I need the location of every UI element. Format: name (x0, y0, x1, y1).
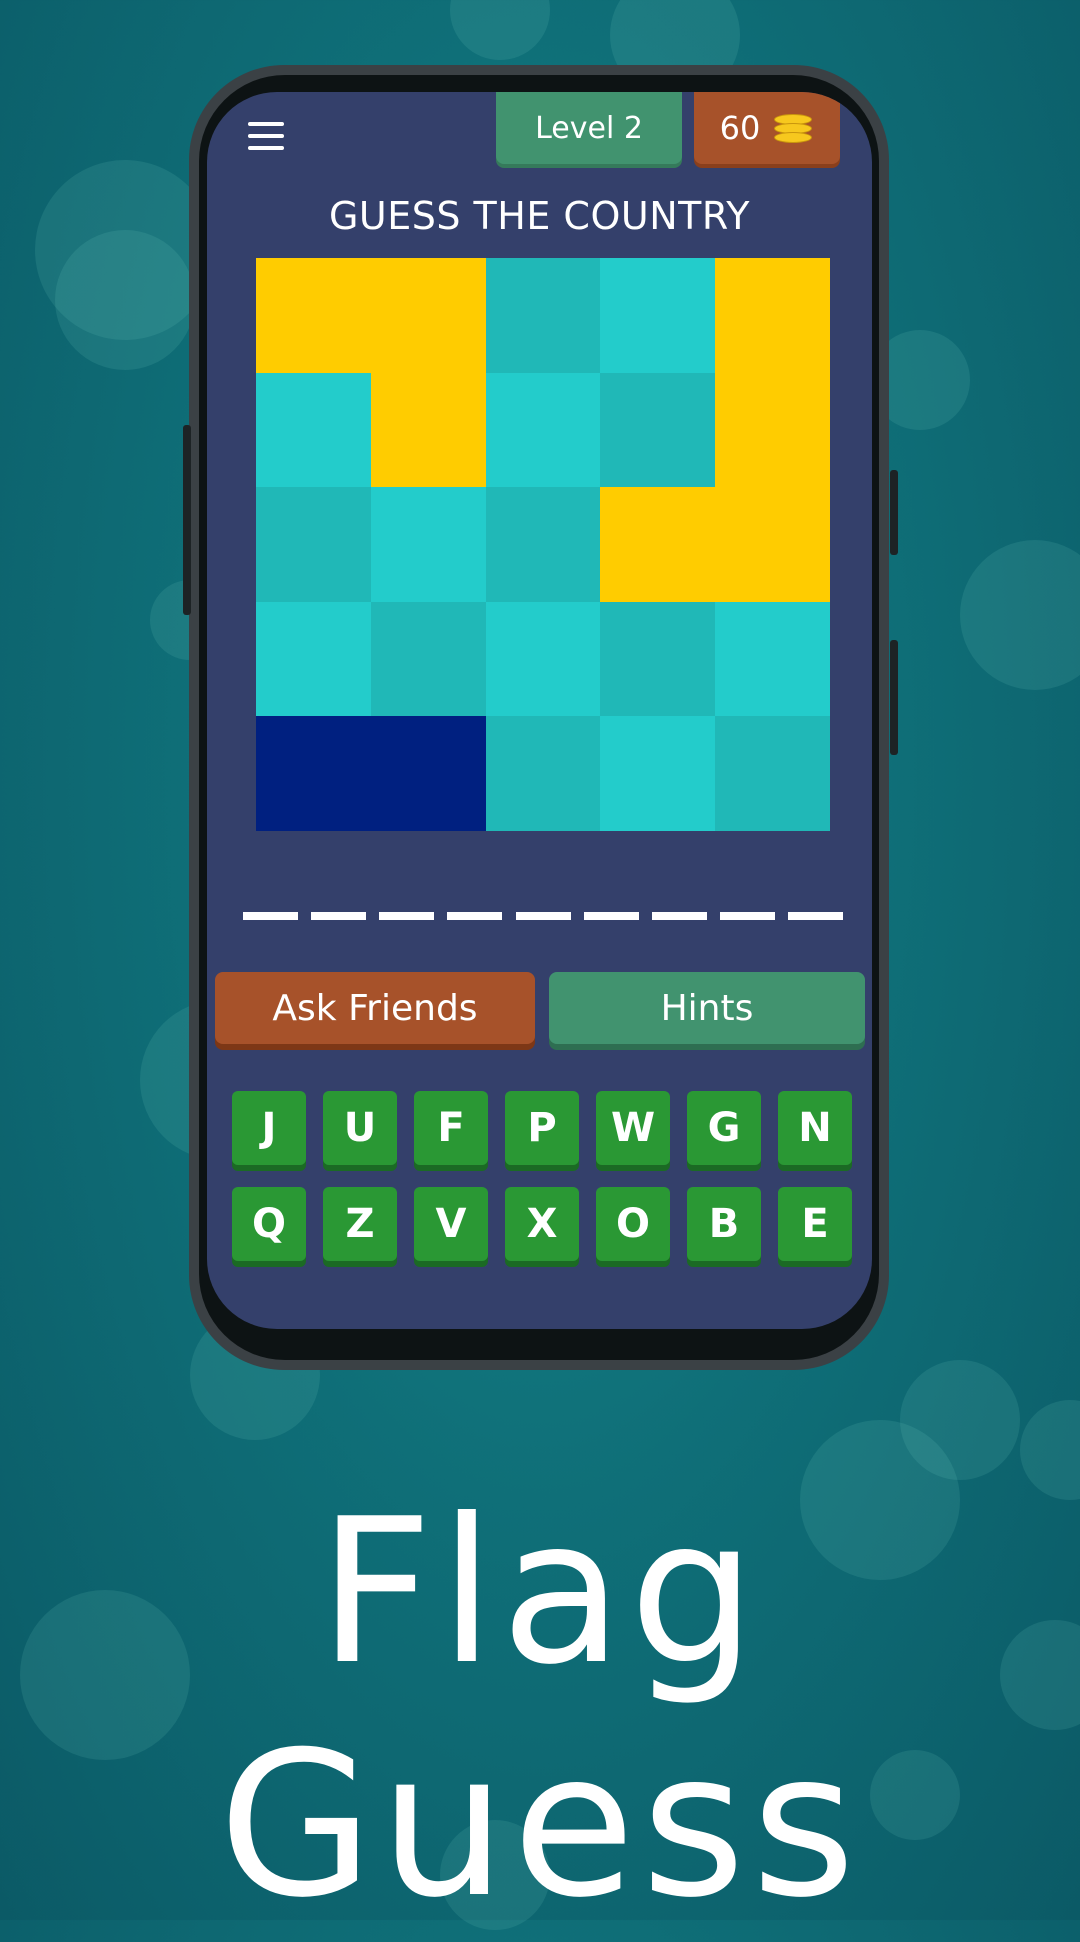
level-label: Level 2 (535, 110, 643, 146)
flag-tile (485, 716, 601, 831)
letter-key[interactable]: F (414, 1091, 488, 1165)
level-indicator: Level 2 (496, 92, 682, 164)
phone-side-button (183, 425, 191, 615)
answer-slot (515, 912, 571, 920)
flag-tile (600, 372, 716, 488)
letter-key[interactable]: J (232, 1091, 306, 1165)
flag-tile (256, 258, 371, 373)
answer-slot (651, 912, 707, 920)
flag-tile (485, 601, 601, 717)
hamburger-menu-icon[interactable] (244, 116, 290, 156)
coin-count: 60 (719, 109, 761, 147)
flag-tile (600, 716, 716, 831)
letter-key[interactable]: U (323, 1091, 397, 1165)
letter-key[interactable]: Q (232, 1187, 306, 1261)
ask-friends-label: Ask Friends (272, 987, 478, 1029)
answer-slot (719, 912, 775, 920)
answer-slot (311, 912, 367, 920)
phone-side-button (890, 470, 898, 555)
app-title: Flag Guess (218, 1476, 862, 1942)
letter-key[interactable]: G (687, 1091, 761, 1165)
flag-tile (485, 487, 601, 602)
flag-tile (715, 487, 830, 602)
flag-tile (256, 487, 371, 602)
flag-tile (715, 601, 830, 717)
flag-tile (370, 601, 486, 717)
flag-tile (370, 487, 486, 602)
flag-tile (256, 716, 371, 831)
flag-tile (256, 372, 371, 488)
phone-side-button (890, 640, 898, 755)
flag-tile (485, 258, 601, 373)
game-screen: Level 2 60 GUESS THE COUNTRY Ask Friends… (207, 92, 872, 1329)
coin-counter[interactable]: 60 (694, 92, 840, 164)
letter-key[interactable]: O (596, 1187, 670, 1261)
letter-key[interactable]: Z (323, 1187, 397, 1261)
flag-tile (370, 258, 486, 373)
flag-tile (600, 258, 716, 373)
flag-tile (600, 487, 716, 602)
bokeh-circle (900, 1360, 1020, 1480)
letter-key[interactable]: W (596, 1091, 670, 1165)
answer-slot (243, 912, 298, 920)
flag-tile (715, 372, 830, 488)
flag-tile (485, 372, 601, 488)
hints-label: Hints (660, 987, 754, 1029)
hints-button[interactable]: Hints (549, 972, 865, 1044)
bokeh-circle (55, 230, 195, 370)
letter-key[interactable]: X (505, 1187, 579, 1261)
flag-tile (370, 372, 486, 488)
letter-key[interactable]: B (687, 1187, 761, 1261)
answer-slot (447, 912, 503, 920)
flag-tile (370, 716, 486, 831)
flag-tile (715, 258, 830, 373)
letter-keyboard: JUFPWGN QZVXOBE (232, 1091, 857, 1261)
letter-key[interactable]: N (778, 1091, 852, 1165)
ask-friends-button[interactable]: Ask Friends (215, 972, 535, 1044)
flag-tile (715, 716, 830, 831)
answer-slot (379, 912, 435, 920)
coin-stack-icon (774, 112, 814, 144)
letter-key[interactable]: P (505, 1091, 579, 1165)
bokeh-circle (450, 0, 550, 60)
flag-tile (256, 601, 371, 717)
game-prompt: GUESS THE COUNTRY (328, 194, 751, 238)
flag-puzzle-grid (256, 258, 830, 831)
bokeh-circle (960, 540, 1080, 690)
answer-slot (788, 912, 843, 920)
flag-tile (600, 601, 716, 717)
letter-key[interactable]: V (414, 1187, 488, 1261)
answer-slots (243, 912, 843, 922)
letter-key[interactable]: E (778, 1187, 852, 1261)
answer-slot (583, 912, 639, 920)
